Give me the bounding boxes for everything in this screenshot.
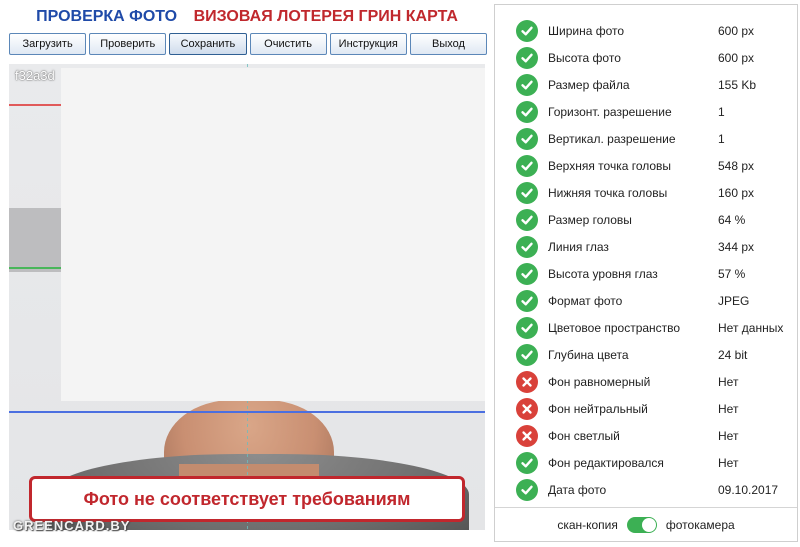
exit-button[interactable]: Выход	[409, 33, 488, 55]
check-row: Фон нейтральный Нет	[495, 395, 797, 422]
save-button[interactable]: Сохранить	[169, 33, 247, 55]
check-row: Дата фото 09.10.2017	[495, 476, 797, 503]
toolbar: Загрузить Проверить Сохранить Очистить И…	[9, 33, 488, 55]
check-results-panel: Ширина фото 600 px Высота фото 600 px Размер…	[494, 4, 798, 542]
check-label: Фон равномерный	[548, 374, 651, 389]
background-patch	[9, 208, 61, 272]
check-pass-icon	[516, 46, 538, 69]
check-value: 155 Kb	[718, 77, 757, 92]
check-label: Фон нейтральный	[548, 401, 648, 416]
check-label: Ширина фото	[548, 23, 625, 38]
check-label: Формат фото	[548, 293, 623, 308]
blank-overlay	[61, 68, 485, 401]
check-pass-icon	[516, 127, 538, 150]
check-list: Ширина фото 600 px Высота фото 600 px Размер…	[495, 17, 797, 503]
check-label: Фон редактировался	[548, 455, 664, 470]
check-value: 64 %	[718, 212, 746, 227]
check-pass-icon	[516, 478, 538, 501]
check-pass-icon	[516, 181, 538, 204]
check-fail-icon	[516, 424, 538, 447]
check-row: Формат фото JPEG	[495, 287, 797, 314]
check-pass-icon	[516, 19, 538, 42]
load-button[interactable]: Загрузить	[9, 33, 87, 55]
toggle-knob	[641, 517, 656, 532]
check-row: Размер головы 64 %	[495, 206, 797, 233]
check-label: Дата фото	[548, 482, 607, 497]
check-row: Линия глаз 344 px	[495, 233, 797, 260]
check-value: Нет данных	[718, 320, 784, 335]
check-pass-icon	[516, 289, 538, 312]
camera-label: фотокамера	[665, 517, 735, 532]
photo-filename: f32a3d	[15, 68, 55, 83]
instruction-button[interactable]: Инструкция	[329, 33, 407, 55]
check-label: Вертикал. разрешение	[548, 131, 676, 146]
scan-copy-label: скан-копия	[557, 517, 618, 532]
check-pass-icon	[516, 100, 538, 123]
check-value: Нет	[718, 401, 739, 416]
check-label: Размер файла	[548, 77, 630, 92]
check-label: Линия глаз	[548, 239, 609, 254]
photo-preview: f32a3d	[9, 64, 485, 530]
clear-button[interactable]: Очистить	[249, 33, 327, 55]
source-toggle-bar: скан-копия фотокамера	[495, 507, 797, 541]
check-row: Цветовое пространство Нет данных	[495, 314, 797, 341]
check-pass-icon	[516, 343, 538, 366]
check-fail-icon	[516, 397, 538, 420]
check-row: Размер файла 155 Kb	[495, 71, 797, 98]
check-value: Нет	[718, 374, 739, 389]
check-value: JPEG	[718, 293, 750, 308]
check-value: 600 px	[718, 23, 755, 38]
check-label: Глубина цвета	[548, 347, 629, 362]
check-value: Нет	[718, 428, 739, 443]
check-row: Горизонт. разрешение 1	[495, 98, 797, 125]
check-label: Высота фото	[548, 50, 621, 65]
check-pass-icon	[516, 154, 538, 177]
check-label: Цветовое пространство	[548, 320, 681, 335]
check-row: Фон светлый Нет	[495, 422, 797, 449]
check-label: Горизонт. разрешение	[548, 104, 672, 119]
check-label: Высота уровня глаз	[548, 266, 658, 281]
chin-guide-line	[9, 411, 485, 413]
check-label: Верхняя точка головы	[548, 158, 672, 173]
check-value: 1	[718, 131, 725, 146]
title-photo-check: ПРОВЕРКА ФОТО	[36, 8, 178, 25]
check-label: Фон светлый	[548, 428, 620, 443]
check-pass-icon	[516, 208, 538, 231]
check-value: 344 px	[718, 239, 755, 254]
check-row: Фон редактировался Нет	[495, 449, 797, 476]
check-value: 24 bit	[718, 347, 748, 362]
check-pass-icon	[516, 73, 538, 96]
check-value: Нет	[718, 455, 739, 470]
check-row: Вертикал. разрешение 1	[495, 125, 797, 152]
check-value: 09.10.2017	[718, 482, 779, 497]
app-title: ПРОВЕРКА ФОТО ВИЗОВАЯ ЛОТЕРЕЯ ГРИН КАРТА	[0, 8, 494, 30]
check-row: Высота фото 600 px	[495, 44, 797, 71]
check-row: Высота уровня глаз 57 %	[495, 260, 797, 287]
alert-text: Фото не соответствует требованиям	[83, 488, 411, 509]
check-pass-icon	[516, 316, 538, 339]
check-value: 600 px	[718, 50, 755, 65]
watermark: GREENCARD.BY	[13, 518, 131, 533]
check-pass-icon	[516, 235, 538, 258]
check-value: 1	[718, 104, 725, 119]
check-pass-icon	[516, 262, 538, 285]
check-row: Нижняя точка головы 160 px	[495, 179, 797, 206]
alert-banner: Фото не соответствует требованиям	[29, 476, 465, 522]
check-fail-icon	[516, 370, 538, 393]
check-row: Ширина фото 600 px	[495, 17, 797, 44]
check-row: Фон равномерный Нет	[495, 368, 797, 395]
check-pass-icon	[516, 451, 538, 474]
title-lottery: ВИЗОВАЯ ЛОТЕРЕЯ ГРИН КАРТА	[193, 8, 458, 25]
check-value: 57 %	[718, 266, 746, 281]
check-label: Нижняя точка головы	[548, 185, 668, 200]
check-label: Размер головы	[548, 212, 632, 227]
check-button[interactable]: Проверить	[89, 33, 167, 55]
check-row: Верхняя точка головы 548 px	[495, 152, 797, 179]
check-row: Глубина цвета 24 bit	[495, 341, 797, 368]
check-value: 548 px	[718, 158, 755, 173]
check-value: 160 px	[718, 185, 755, 200]
source-toggle[interactable]	[626, 516, 657, 533]
